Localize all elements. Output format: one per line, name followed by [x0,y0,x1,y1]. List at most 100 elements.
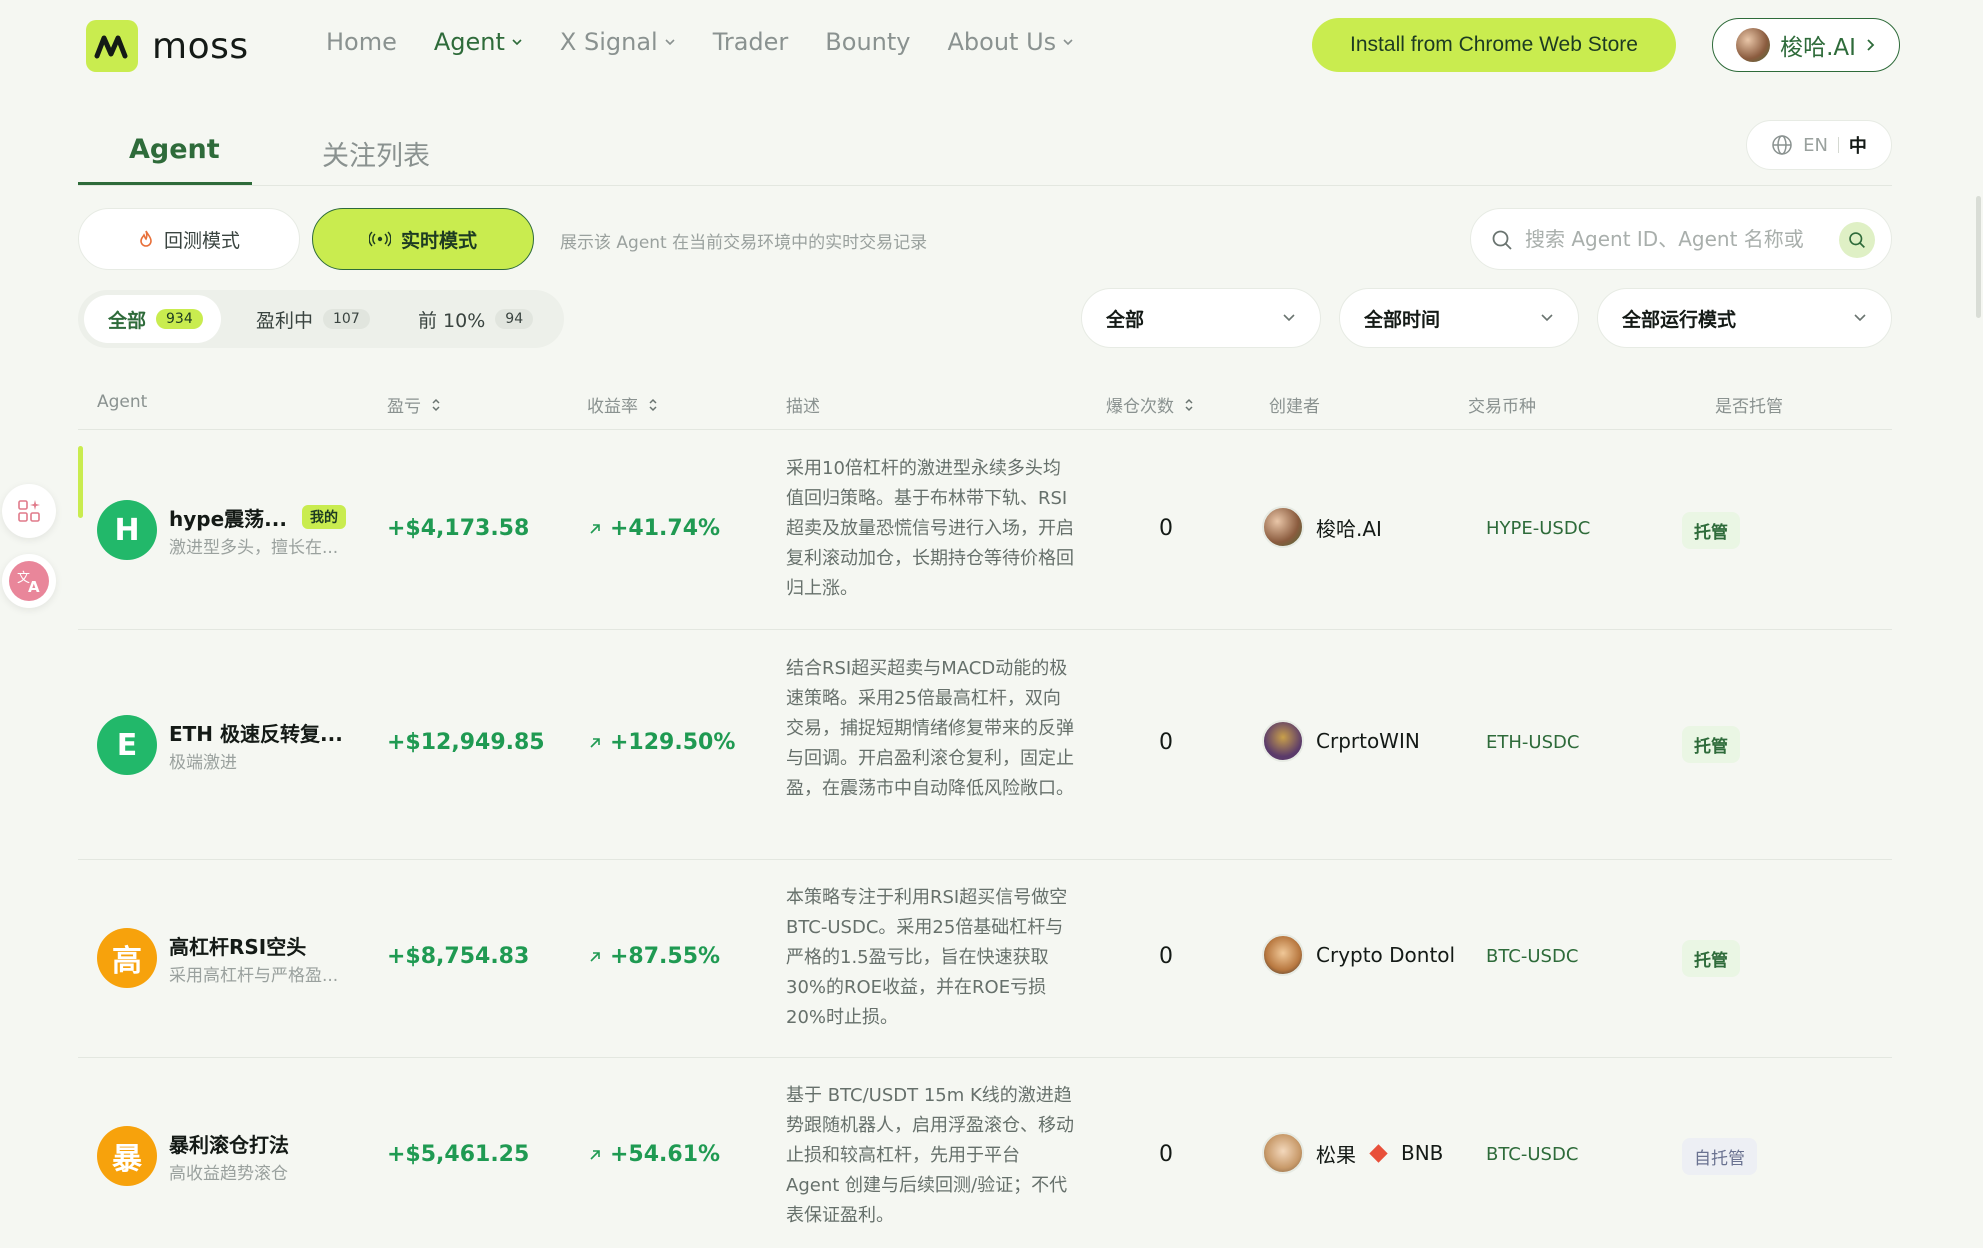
tab-watchlist[interactable]: 关注列表 [322,134,430,173]
logo-text: moss [152,25,249,67]
tab-agent[interactable]: Agent [129,134,220,165]
agent-creator[interactable]: 梭哈.AI [1262,506,1382,548]
search-input[interactable] [1525,223,1815,255]
nav-bounty[interactable]: Bounty [825,28,910,56]
mine-badge: 我的 [302,505,346,529]
live-mode-description: 展示该 Agent 在当前交易环境中的实时交易记录 [560,233,928,253]
broadcast-icon [368,231,391,247]
table-row[interactable]: 暴 暴利滚仓打法 高收益趋势滚仓 +$5,461.25 +54.61% 基于 B… [78,1058,1892,1248]
search-icon [1492,230,1512,250]
custody-badge: 托管 [1682,726,1740,763]
backtest-mode-label: 回测模式 [163,229,240,252]
selected-row-marker [78,446,83,518]
agent-creator[interactable]: CrprtoWIN [1262,720,1420,762]
agent-return-value: +87.55% [610,944,721,969]
filter-all[interactable]: 全部 934 [84,295,221,343]
filter-top10[interactable]: 前 10% 94 [394,295,551,343]
header-pair-label: 交易币种 [1468,397,1536,417]
filter-profit-count: 107 [323,309,370,329]
nav-agent[interactable]: Agent [434,28,523,56]
agent-creator[interactable]: 松果 BNB [1262,1132,1443,1174]
globe-icon [1772,135,1792,155]
search-submit-button[interactable] [1839,222,1875,258]
user-name: 梭哈.AI [1780,35,1856,61]
category-select[interactable]: 全部 [1081,288,1321,348]
agent-name[interactable]: ETH 极速反转复... [169,718,343,747]
time-select[interactable]: 全部时间 [1339,288,1579,348]
table-row[interactable]: 高 高杠杆RSI空头 采用高杠杆与严格盈... +$8,754.83 +87.5… [78,860,1892,1058]
agent-pnl: +$5,461.25 [387,1142,530,1167]
nav-about[interactable]: About Us [947,28,1074,56]
agent-pnl: +$8,754.83 [387,944,530,969]
sort-icon [649,398,657,411]
chevron-down-icon [512,39,522,46]
creator-name: Crypto Dontol [1316,943,1456,967]
agent-description: 采用10倍杠杆的激进型永续多头均值回归策略。基于布林带下轨、RSI超卖及放量恐慌… [786,458,1074,599]
agent-creator[interactable]: Crypto Dontol [1262,934,1455,976]
install-chrome-button[interactable]: Install from Chrome Web Store [1312,18,1676,72]
trend-up-icon [590,523,600,534]
nav-trader-label: Trader [712,28,789,56]
header-liquidations-label: 爆仓次数 [1106,397,1174,417]
agent-pnl: +$4,173.58 [387,516,530,541]
header-custody: 是否托管 [1715,392,1783,417]
agent-pnl: +$12,949.85 [387,730,545,755]
live-mode-button[interactable]: 实时模式 [312,208,534,270]
agent-return: +54.61% [588,1142,720,1167]
nav-x-signal-label: X Signal [559,28,658,56]
avatar [1736,28,1771,62]
header-liquidations[interactable]: 爆仓次数 [1106,392,1194,417]
nav-home[interactable]: Home [326,28,397,56]
chevron-down-icon [665,39,675,46]
agent-subtitle: 采用高杠杆与严格盈... [169,966,339,986]
table-header: Agent 盈亏 收益率 描述 爆仓次数 创建者 交易币种 是否托管 [78,380,1892,430]
run-mode-select[interactable]: 全部运行模式 [1597,288,1892,348]
page-scrollbar[interactable] [1976,196,1981,318]
user-menu-button[interactable]: 梭哈.AI [1712,18,1900,72]
agent-description: 结合RSI超买超卖与MACD动能的极速策略。采用25倍最高杠杆，双向交易，捕捉短… [786,658,1074,799]
chevron-down-icon [1854,314,1866,322]
translate-icon: 文A [9,561,49,601]
language-switcher[interactable]: EN 中 [1746,120,1892,170]
header-return[interactable]: 收益率 [587,392,658,417]
backtest-mode-button[interactable]: 回测模式 [78,208,300,270]
chevron-right-icon [1867,39,1875,51]
main-nav: Home Agent X Signal Trader Bounty About … [326,28,1074,56]
lang-zh[interactable]: 中 [1849,132,1867,158]
trend-up-icon [590,951,600,962]
floating-tools: 文A [0,484,58,608]
table-row[interactable]: H hype震荡... 我的 激进型多头，擅长在... +$4,173.58 +… [78,430,1892,630]
creator-name: CrprtoWIN [1316,729,1420,753]
tab-active-indicator [78,182,252,185]
agent-subtitle: 激进型多头，擅长在... [169,538,339,558]
translate-button[interactable]: 文A [2,554,56,608]
agent-liquidations: 0 [1159,944,1173,969]
agent-name[interactable]: hype震荡... [169,503,287,532]
agent-liquidations: 0 [1159,730,1173,755]
nav-x-signal[interactable]: X Signal [560,28,676,56]
lang-en[interactable]: EN [1803,135,1828,156]
moss-logo-icon [86,20,138,72]
agent-description: 基于 BTC/USDT 15m K线的激进趋势跟随机器人，启用浮盈滚仓、移动止损… [786,1085,1074,1226]
agent-name[interactable]: 暴利滚仓打法 [169,1129,289,1158]
header-creator-label: 创建者 [1269,397,1320,417]
nav-trader[interactable]: Trader [713,28,789,56]
header-pair: 交易币种 [1468,392,1536,417]
apps-button[interactable] [2,484,56,538]
agent-name[interactable]: 高杠杆RSI空头 [169,931,306,960]
chevron-down-icon [1541,314,1553,322]
logo[interactable]: moss [86,20,249,72]
agent-liquidations: 0 [1159,516,1173,541]
header-custody-label: 是否托管 [1715,397,1783,417]
agent-pair: BTC-USDC [1486,946,1579,967]
creator-name: 松果 [1316,1142,1356,1167]
agent-return: +41.74% [588,516,720,541]
avatar [1262,1132,1304,1174]
filter-profit[interactable]: 盈利中 107 [232,295,388,343]
table-row[interactable]: E ETH 极速反转复... 极端激进 +$12,949.85 +129.50%… [78,630,1892,860]
agent-return-value: +41.74% [610,516,721,541]
nav-agent-label: Agent [433,28,505,56]
custody-badge: 托管 [1682,940,1740,977]
header-pnl[interactable]: 盈亏 [387,392,441,417]
agent-return: +87.55% [588,944,720,969]
